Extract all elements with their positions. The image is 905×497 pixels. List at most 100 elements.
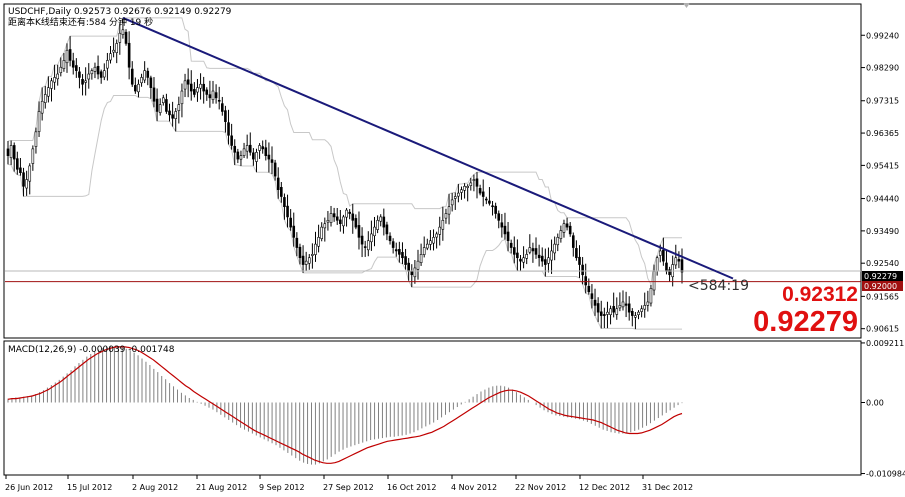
candle-body — [450, 199, 454, 206]
candle-body — [161, 97, 165, 104]
candle-body — [239, 155, 243, 160]
candle-body — [93, 66, 97, 72]
candle-body — [127, 42, 131, 68]
candle-body — [370, 233, 373, 243]
time-tick-label: 4 Nov 2012 — [451, 483, 497, 492]
candle-body — [332, 213, 336, 218]
candle-body — [475, 178, 479, 187]
candle-body — [587, 285, 591, 293]
candle-body — [506, 231, 510, 242]
candle-body — [575, 248, 578, 259]
candle-body — [106, 60, 109, 69]
candle-body — [211, 90, 215, 100]
candle-body — [43, 94, 47, 103]
candle-body — [553, 243, 556, 254]
candle-body — [270, 159, 274, 163]
candle-body — [528, 247, 532, 253]
candle-body — [202, 83, 205, 92]
candle-body — [22, 172, 25, 187]
candle-body — [75, 65, 78, 71]
candle-body — [627, 303, 631, 313]
candle-body — [174, 111, 178, 119]
time-tick-label: 22 Nov 2012 — [515, 483, 566, 492]
candle-body — [457, 192, 460, 197]
candle-body — [643, 305, 647, 310]
candle-body — [40, 100, 44, 114]
candle-body — [481, 191, 485, 197]
candle-body — [581, 264, 584, 276]
candle-body — [230, 135, 233, 146]
candle-body — [273, 162, 277, 177]
candle-body — [99, 71, 103, 78]
price-tick-label: 0.97315 — [866, 97, 899, 106]
candle-body — [376, 220, 379, 230]
candle-body — [155, 98, 159, 112]
candle-body — [429, 240, 432, 245]
candle-body — [320, 226, 324, 239]
time-tick-label: 31 Dec 2012 — [642, 483, 693, 492]
candle-body — [196, 87, 199, 93]
candle-body — [227, 122, 230, 136]
candle-body — [522, 257, 525, 263]
candle-body — [503, 225, 507, 235]
candle-body — [404, 256, 407, 265]
candle-body — [168, 110, 171, 116]
macd-header: MACD(12,26,9) -0.000039 -0.001748 — [8, 345, 175, 355]
candle-body — [25, 179, 28, 189]
candle-body — [301, 255, 305, 265]
candle-body — [351, 213, 355, 221]
candle-body — [410, 271, 414, 276]
candle-body — [242, 148, 246, 156]
candle-body — [304, 260, 308, 265]
time-tick-label: 2 Aug 2012 — [132, 483, 178, 492]
candle-body — [603, 314, 606, 316]
candle-body — [509, 242, 513, 248]
candle-body — [261, 146, 264, 150]
price-tick-label: 0.99240 — [866, 31, 899, 40]
candle-body — [662, 249, 665, 262]
candle-body — [68, 49, 72, 61]
big-price-2: 0.92279 — [753, 306, 858, 338]
candle-body — [314, 243, 317, 255]
candle-body — [447, 206, 451, 215]
candle-body — [59, 66, 63, 74]
candle-body — [491, 205, 494, 208]
symbol-line: USDCHF,Daily 0.92573 0.92676 0.92149 0.9… — [8, 7, 232, 17]
price-tick-label: 0.94440 — [866, 195, 899, 204]
candle-body — [311, 254, 314, 256]
candle-body — [500, 222, 504, 228]
candle-body — [438, 226, 442, 235]
candle-body — [214, 92, 218, 99]
candle-body — [615, 308, 619, 315]
candle-body — [422, 247, 426, 255]
candle-body — [283, 197, 286, 208]
candle-body — [224, 110, 227, 122]
candle-body — [547, 257, 550, 264]
macd-tick-label: 0.00 — [866, 399, 884, 408]
macd-tick-label: -0.010984 — [866, 470, 905, 479]
candle-body — [435, 233, 438, 238]
candle-body — [221, 103, 224, 112]
candle-body — [50, 80, 53, 89]
candle-body — [183, 80, 187, 90]
candle-body — [177, 104, 181, 111]
candle-body — [348, 211, 351, 214]
candle-body — [171, 114, 174, 119]
candle-body — [90, 70, 94, 75]
candle-body — [81, 79, 84, 85]
price-tick-label: 0.96365 — [866, 129, 899, 138]
candle-body — [621, 301, 625, 308]
candle-body — [112, 49, 115, 53]
time-tick-label: 15 Jul 2012 — [67, 483, 112, 492]
candle-body — [618, 305, 622, 309]
candle-body — [665, 262, 668, 272]
candle-body — [472, 179, 476, 181]
candle-body — [47, 87, 50, 97]
candle-body — [124, 31, 128, 44]
price-tick-label: 0.91565 — [866, 292, 899, 301]
candle-body — [158, 104, 162, 113]
candle-body — [394, 249, 398, 252]
candle-body — [646, 301, 650, 306]
candle-body — [323, 223, 327, 229]
candle-body — [556, 237, 560, 246]
